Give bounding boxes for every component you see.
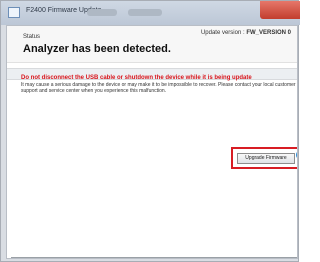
bottom-border xyxy=(11,257,297,258)
status-header: Update version : FW_VERSION 0 Status Ana… xyxy=(7,26,297,63)
title-blur-shape xyxy=(87,9,117,16)
status-label: Status xyxy=(23,34,41,40)
title-blur-shape xyxy=(128,9,162,16)
dialog-content: Update version : FW_VERSION 0 Status Ana… xyxy=(6,25,298,259)
close-button[interactable] xyxy=(260,1,300,19)
update-version-label: Update version : FW_VERSION 0 xyxy=(201,30,291,36)
update-version-value: FW_VERSION 0 xyxy=(246,30,291,36)
app-window-icon xyxy=(8,7,20,18)
warning-body: It may cause a serious damage to the dev… xyxy=(21,82,296,94)
upgrade-button-highlight: Upgrade Firmware xyxy=(231,147,297,169)
firmware-update-window: F2400 Firmware Update Update version : F… xyxy=(0,0,300,262)
title-bar: F2400 Firmware Update xyxy=(1,1,300,25)
upgrade-firmware-button[interactable]: Upgrade Firmware xyxy=(237,153,295,164)
update-version-prefix: Update version : xyxy=(200,30,247,36)
status-message: Analyzer has been detected. xyxy=(23,43,171,55)
warning-title: Do not disconnect the USB cable or shutd… xyxy=(21,75,252,81)
